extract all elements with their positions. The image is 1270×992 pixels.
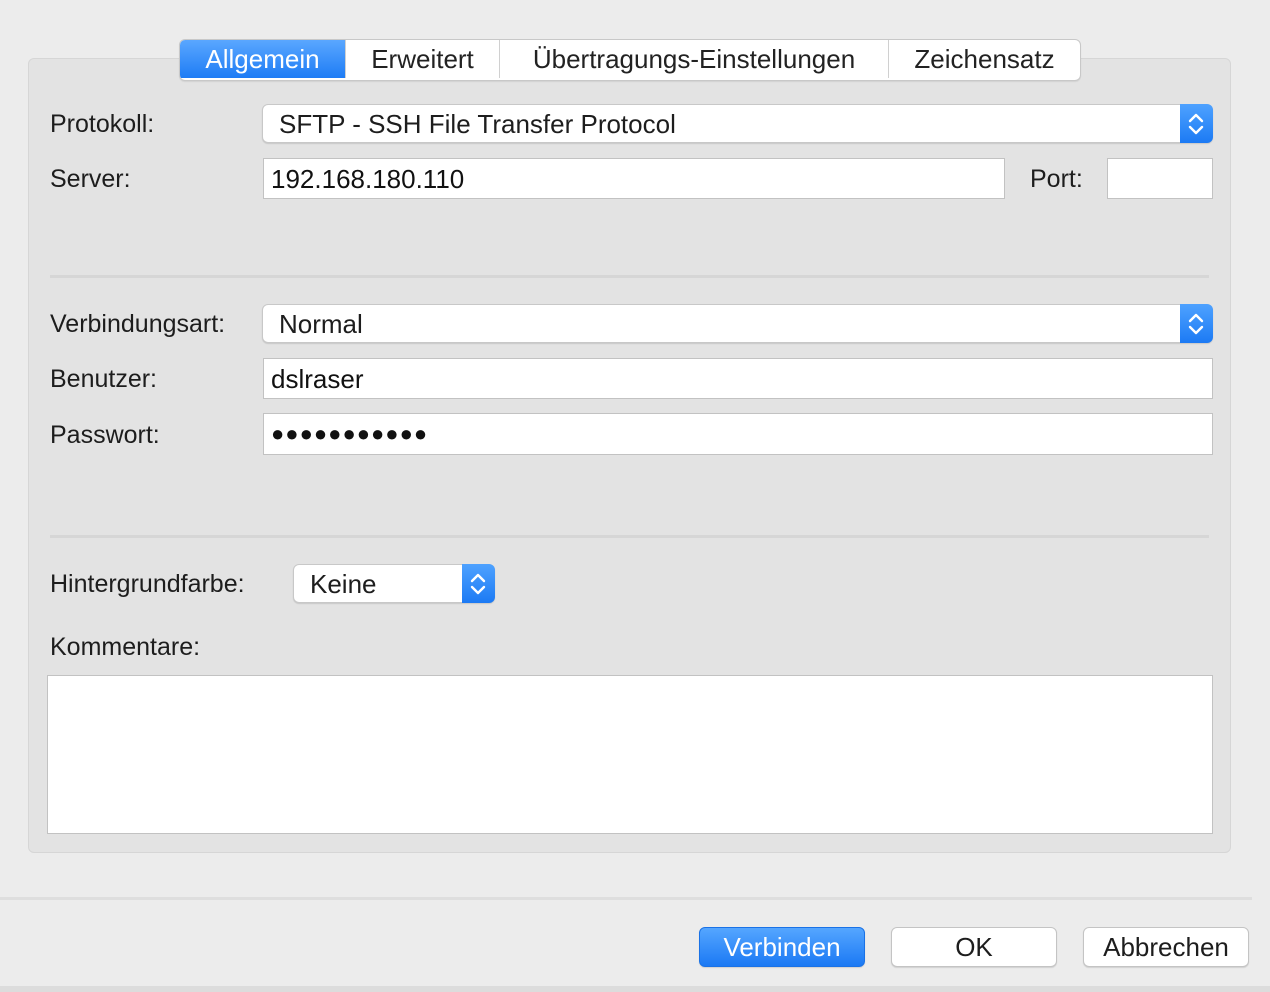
- comments-textarea[interactable]: [47, 675, 1213, 834]
- server-label: Server:: [50, 165, 131, 193]
- footer-separator: [0, 897, 1252, 900]
- user-input[interactable]: dslraser: [263, 358, 1213, 399]
- ok-button[interactable]: OK: [891, 927, 1057, 967]
- site-manager-dialog: Allgemein Erweitert Übertragungs-Einstel…: [0, 0, 1270, 992]
- tab-allgemein[interactable]: Allgemein: [180, 40, 346, 78]
- up-down-chevron-icon: [1180, 304, 1213, 343]
- connect-button[interactable]: Verbinden: [699, 927, 865, 967]
- tab-zeichensatz[interactable]: Zeichensatz: [889, 40, 1080, 78]
- port-input[interactable]: [1107, 158, 1213, 199]
- separator: [50, 275, 1209, 278]
- server-input[interactable]: 192.168.180.110: [263, 158, 1005, 199]
- tab-erweitert[interactable]: Erweitert: [346, 40, 500, 78]
- comments-label: Kommentare:: [50, 633, 201, 661]
- protocol-label: Protokoll:: [50, 110, 155, 138]
- tab-bar: Allgemein Erweitert Übertragungs-Einstel…: [179, 39, 1081, 81]
- password-label: Passwort:: [50, 421, 160, 449]
- background-color-label: Hintergrundfarbe:: [50, 570, 245, 598]
- background-color-select[interactable]: Keine: [293, 564, 495, 603]
- window-bottom-edge: [0, 986, 1270, 992]
- user-label: Benutzer:: [50, 365, 158, 393]
- up-down-chevron-icon: [1180, 104, 1213, 143]
- separator: [50, 535, 1209, 538]
- password-input[interactable]: ●●●●●●●●●●●: [263, 413, 1213, 455]
- background-color-select-value: Keine: [310, 569, 377, 599]
- up-down-chevron-icon: [462, 564, 495, 603]
- protocol-select-value: SFTP - SSH File Transfer Protocol: [279, 109, 676, 139]
- connection-type-label: Verbindungsart:: [50, 310, 226, 338]
- connection-type-select[interactable]: Normal: [262, 304, 1213, 343]
- protocol-select[interactable]: SFTP - SSH File Transfer Protocol: [262, 104, 1213, 143]
- tab-uebertragungs-einstellungen[interactable]: Übertragungs-Einstellungen: [500, 40, 889, 78]
- cancel-button[interactable]: Abbrechen: [1083, 927, 1249, 967]
- connection-type-select-value: Normal: [279, 309, 363, 339]
- port-label: Port:: [1030, 165, 1083, 193]
